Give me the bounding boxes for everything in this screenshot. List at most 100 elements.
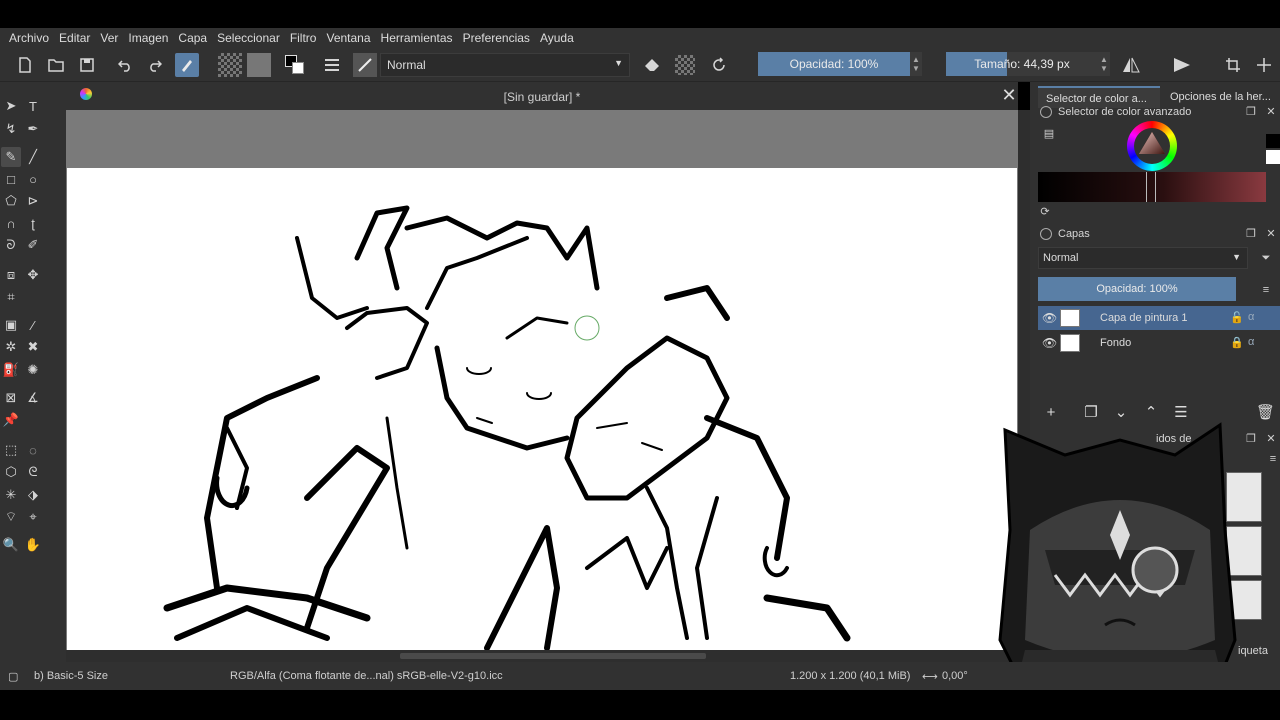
- pattern-swatch-icon[interactable]: [247, 53, 271, 77]
- transform-tool-icon[interactable]: ⧈: [1, 265, 21, 285]
- size-slider[interactable]: Tamaño: 44,39 px: [946, 52, 1098, 76]
- crop-icon[interactable]: [1252, 53, 1276, 77]
- mirror-vertical-icon[interactable]: [1170, 53, 1194, 77]
- fill-tool-icon[interactable]: ⛽: [1, 360, 21, 380]
- similar-select-icon[interactable]: ⬗: [23, 485, 43, 505]
- menu-filtro[interactable]: Filtro: [285, 31, 322, 45]
- zoom-tool-icon[interactable]: 🔍: [1, 535, 21, 555]
- menu-capa[interactable]: Capa: [173, 31, 212, 45]
- save-icon[interactable]: [75, 53, 99, 77]
- fg-color-swatch[interactable]: [1266, 134, 1280, 148]
- menu-archivo[interactable]: Archivo: [4, 31, 54, 45]
- close-panel-icon[interactable]: ✕: [1264, 432, 1278, 446]
- filter-icon[interactable]: ⏷: [1259, 251, 1273, 265]
- freehand-brush-icon[interactable]: ✎: [1, 147, 21, 167]
- wrap-around-icon[interactable]: [1221, 53, 1245, 77]
- menu-ver[interactable]: Ver: [95, 31, 123, 45]
- gradient-swatch-icon[interactable]: [218, 53, 242, 77]
- assistant-tool-icon[interactable]: ⊠: [1, 388, 21, 408]
- canvas-viewport[interactable]: [66, 110, 1018, 650]
- layer-row[interactable]: 👁 Fondo 🔒 α: [1038, 331, 1280, 355]
- eye-icon[interactable]: 👁: [1042, 336, 1057, 350]
- rectangle-tool-icon[interactable]: □: [1, 169, 21, 189]
- edit-shapes-icon[interactable]: ↯: [1, 119, 21, 139]
- calligraphy-icon[interactable]: ✒: [23, 119, 43, 139]
- fg-bg-colors-icon[interactable]: [283, 53, 307, 77]
- scrollbar-thumb[interactable]: [400, 653, 706, 659]
- redo-icon[interactable]: [143, 53, 167, 77]
- crop-tool-icon[interactable]: ⌗: [1, 287, 21, 307]
- bezier-select-icon[interactable]: ⌔: [1, 507, 21, 527]
- bg-color-swatch[interactable]: [1266, 150, 1280, 164]
- color-picker-icon[interactable]: ⁄: [23, 315, 43, 335]
- open-folder-icon[interactable]: [44, 53, 68, 77]
- hamburger-icon[interactable]: [320, 53, 344, 77]
- size-stepper[interactable]: ▲ ▼: [1098, 52, 1110, 76]
- pan-tool-icon[interactable]: ✋: [23, 535, 43, 555]
- menu-herramientas[interactable]: Herramientas: [376, 31, 458, 45]
- canvas-paper[interactable]: [67, 168, 1017, 650]
- reference-images-icon[interactable]: 📌: [1, 410, 21, 430]
- new-document-icon[interactable]: [13, 53, 37, 77]
- gradient-tool-icon[interactable]: ▣: [1, 315, 21, 335]
- menu-preferencias[interactable]: Preferencias: [458, 31, 535, 45]
- tab-color-selector[interactable]: Selector de color a...: [1038, 86, 1160, 108]
- menu-ventana[interactable]: Ventana: [321, 31, 375, 45]
- lock-icon[interactable]: 🔓: [1230, 311, 1244, 324]
- undo-icon[interactable]: [113, 53, 137, 77]
- menu-seleccionar[interactable]: Seleccionar: [212, 31, 285, 45]
- lock-icon[interactable]: 🔒: [1230, 336, 1244, 349]
- text-tool-icon[interactable]: T: [23, 96, 43, 116]
- ellipse-tool-icon[interactable]: ○: [23, 169, 43, 189]
- smart-patch-icon[interactable]: ✖: [23, 337, 43, 357]
- opacity-slider[interactable]: Opacidad: 100%: [758, 52, 910, 76]
- line-tool-icon[interactable]: ╱: [23, 147, 43, 167]
- mirror-horizontal-icon[interactable]: [1119, 53, 1143, 77]
- close-icon[interactable]: ✕: [1000, 86, 1018, 104]
- polygon-tool-icon[interactable]: ⬠: [1, 191, 21, 211]
- colorize-mask-icon[interactable]: ✲: [1, 337, 21, 357]
- ellipse-select-icon[interactable]: ◌: [23, 440, 43, 460]
- brush-preset-icon[interactable]: [353, 53, 377, 77]
- select-shapes-icon[interactable]: ➤: [1, 96, 21, 116]
- alpha-lock-icon[interactable]: α: [1248, 336, 1254, 348]
- rect-select-icon[interactable]: ⬚: [1, 440, 21, 460]
- color-wheel[interactable]: [1127, 121, 1177, 171]
- brush-editor-icon[interactable]: [175, 53, 199, 77]
- dynamic-brush-icon[interactable]: ᘐ: [1, 235, 21, 255]
- layers-opacity-slider[interactable]: Opacidad: 100%: [1038, 277, 1236, 301]
- tab-tool-options[interactable]: Opciones de la her...: [1162, 86, 1280, 108]
- float-panel-icon[interactable]: ❐: [1244, 105, 1258, 119]
- refresh-icon[interactable]: ⟳: [1038, 205, 1052, 219]
- freehand-select-icon[interactable]: ᘓ: [23, 462, 43, 482]
- opacity-stepper[interactable]: ▲ ▼: [910, 52, 922, 76]
- contiguous-select-icon[interactable]: ✳: [1, 485, 21, 505]
- enclose-fill-icon[interactable]: ✺: [23, 360, 43, 380]
- brush-list-icon[interactable]: ≡: [1266, 452, 1280, 466]
- measure-tool-icon[interactable]: ∡: [23, 388, 43, 408]
- bezier-tool-icon[interactable]: ∩: [1, 213, 21, 233]
- color-gradient-handle[interactable]: [1146, 172, 1156, 202]
- menu-ayuda[interactable]: Ayuda: [535, 31, 579, 45]
- polyline-tool-icon[interactable]: ⊳: [23, 191, 43, 211]
- color-settings-icon[interactable]: ▤: [1042, 127, 1056, 141]
- move-tool-icon[interactable]: ✥: [23, 265, 43, 285]
- eraser-icon[interactable]: [640, 53, 664, 77]
- eye-icon[interactable]: 👁: [1042, 311, 1057, 325]
- reload-preset-icon[interactable]: [707, 53, 731, 77]
- delete-layer-icon[interactable]: 🗑: [1256, 404, 1275, 422]
- color-triangle[interactable]: [1127, 121, 1177, 171]
- freehand-path-icon[interactable]: ʈ: [23, 213, 43, 233]
- layers-blend-select[interactable]: Normal ▼: [1038, 247, 1248, 269]
- alpha-lock-icon[interactable]: α: [1248, 311, 1254, 323]
- horizontal-scrollbar[interactable]: [66, 650, 1018, 662]
- close-panel-icon[interactable]: ✕: [1264, 105, 1278, 119]
- float-panel-icon[interactable]: ❐: [1244, 227, 1258, 241]
- magnetic-select-icon[interactable]: ⌖: [23, 507, 43, 527]
- brush-status-icon[interactable]: ▢: [8, 670, 18, 683]
- layer-row[interactable]: 👁 Capa de pintura 1 🔓 α: [1038, 306, 1280, 330]
- menu-editar[interactable]: Editar: [54, 31, 95, 45]
- blend-mode-select[interactable]: Normal ▼: [380, 53, 630, 77]
- polygon-select-icon[interactable]: ⬡: [1, 462, 21, 482]
- menu-imagen[interactable]: Imagen: [123, 31, 173, 45]
